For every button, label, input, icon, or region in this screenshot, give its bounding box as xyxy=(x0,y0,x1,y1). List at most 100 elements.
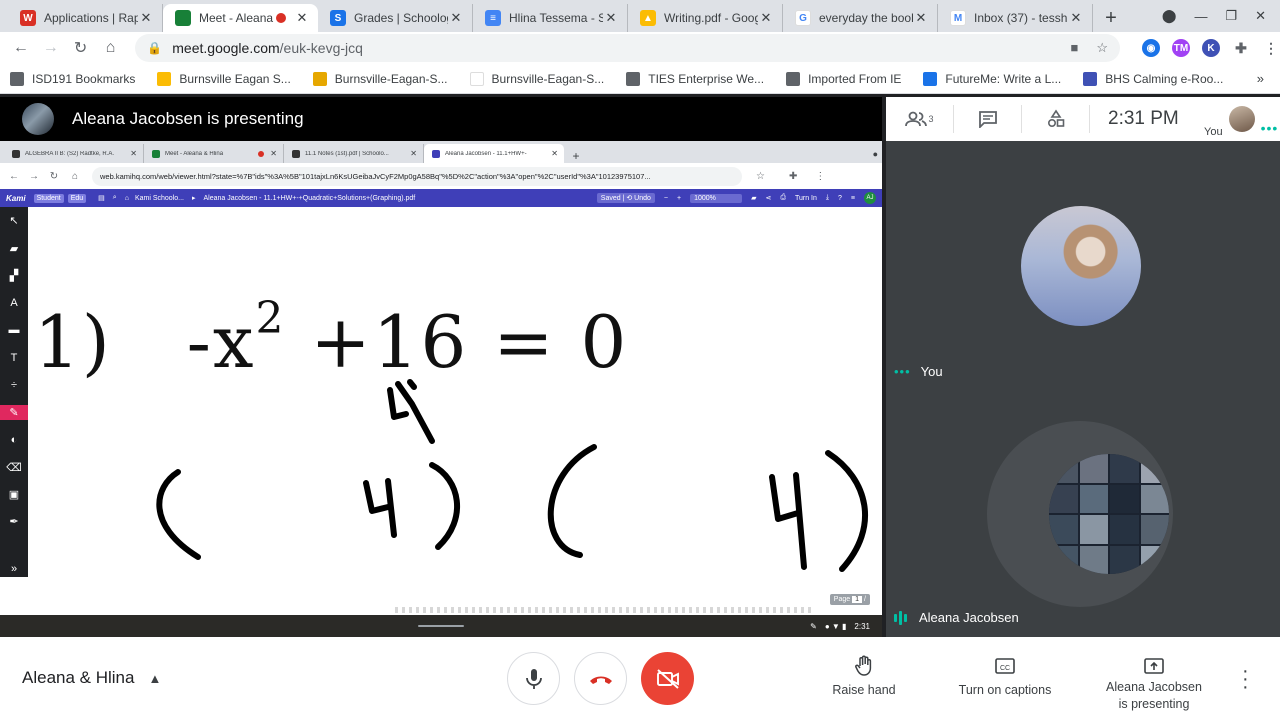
browser-tab-4[interactable]: ▲ Writing.pdf - Goog ✕ xyxy=(628,4,783,32)
bookmarks-overflow-icon[interactable]: » xyxy=(1257,71,1264,86)
meet-control-bar: Aleana & Hlina ▲ Raise hand CC Turn on c… xyxy=(0,637,1280,720)
tab-close-icon[interactable]: ✕ xyxy=(758,10,774,26)
present-screen-icon xyxy=(1144,658,1164,674)
participant-name-you-wrap: ••• You xyxy=(894,364,943,379)
extension-shield-icon[interactable]: ◉ xyxy=(1141,39,1160,57)
kami-toolbar: Kami Student Edu ▤ ⌕ ⌂ Kami Schoolo... ▸… xyxy=(0,189,882,207)
kami-shapes-tool-icon: ◐ xyxy=(10,433,18,446)
kami-toolbar-right: Saved | ⟲ Undo − + 1000% ▰ ⋖ ⎙ Turn In ⤓… xyxy=(596,192,882,204)
shared-tab-0: ALGEBRA II B: (S2) Radtke, R.A. ✕ xyxy=(4,144,144,163)
kami-share-icon: ⋖ xyxy=(765,195,772,202)
avatar-collage-tile xyxy=(1079,454,1108,483)
captions-icon: CC xyxy=(995,658,1015,674)
camera-button[interactable] xyxy=(641,652,694,705)
bookmark-4[interactable]: TIES Enterprise We... xyxy=(626,71,764,86)
extensions-puzzle-icon[interactable]: ✚ xyxy=(1232,39,1250,57)
captions-button[interactable]: CC Turn on captions xyxy=(952,655,1058,697)
recording-indicator-icon xyxy=(276,13,286,23)
bookmark-7[interactable]: BHS Calming e-Roo... xyxy=(1083,71,1223,86)
new-tab-button[interactable]: + xyxy=(1093,4,1129,32)
participant-name-presenter: Aleana Jacobsen xyxy=(919,610,1019,625)
back-button[interactable]: ← xyxy=(6,39,36,57)
tab-close-icon[interactable]: ✕ xyxy=(913,10,929,26)
shared-star-icon: ☆ xyxy=(756,170,765,182)
shared-tab-label: ALGEBRA II B: (S2) Radtke, R.A. xyxy=(25,150,115,157)
camera-indicator-icon[interactable]: ■ xyxy=(1070,40,1078,56)
shared-record-icon: ● xyxy=(872,149,878,159)
self-label: You xyxy=(1204,126,1223,138)
home-button[interactable]: ⌂ xyxy=(95,39,125,57)
bookmark-label: Burnsville-Eagan-S... xyxy=(334,71,448,86)
shared-tab-close-icon: ✕ xyxy=(130,149,137,158)
bookmark-1[interactable]: Burnsville Eagan S... xyxy=(157,71,291,86)
tab-favicon-icon: S xyxy=(330,10,346,26)
microphone-icon xyxy=(525,668,542,689)
avatar-collage-tile xyxy=(1049,484,1078,513)
close-window-button[interactable]: ✕ xyxy=(1255,8,1266,24)
meeting-details-button[interactable]: Aleana & Hlina ▲ xyxy=(22,668,161,688)
extension-kami-icon[interactable]: K xyxy=(1201,39,1220,57)
participant-tile-you[interactable]: ••• You xyxy=(886,141,1280,389)
lock-icon[interactable]: 🔒 xyxy=(147,41,162,55)
activities-button[interactable] xyxy=(1022,105,1090,133)
chat-button[interactable] xyxy=(954,105,1022,133)
bookmark-3[interactable]: Burnsville-Eagan-S... xyxy=(469,71,605,86)
browser-tab-2[interactable]: S Grades | Schoolog ✕ xyxy=(318,4,473,32)
browser-tab-5[interactable]: Geveryday the book ✕ xyxy=(783,4,938,32)
kami-doc-title: Aleana Jacobsen - 11.1+HW+-+Quadratic+So… xyxy=(203,194,416,202)
kami-eraser-tool-icon: ⌫ xyxy=(6,461,22,474)
tab-close-icon[interactable]: ✕ xyxy=(138,10,154,26)
tab-favicon-icon: M xyxy=(950,10,966,26)
browser-tab-0[interactable]: W Applications | Rap ✕ xyxy=(8,4,163,32)
browser-menu-icon[interactable]: ⋮ xyxy=(1262,39,1280,57)
profile-menu-icon[interactable]: ⬤ xyxy=(1162,8,1177,24)
tab-close-icon[interactable]: ✕ xyxy=(294,10,310,26)
audio-dots-icon: ••• xyxy=(894,364,911,379)
bookmarks-bar: ISD191 Bookmarks Burnsville Eagan S... Bur… xyxy=(0,64,1280,94)
extension-tm-icon[interactable]: TM xyxy=(1171,39,1190,57)
tab-close-icon[interactable]: ✕ xyxy=(603,10,619,26)
kami-search-icon: ⌕ xyxy=(112,194,117,201)
microphone-button[interactable] xyxy=(507,652,560,705)
tab-favicon-icon xyxy=(175,10,191,26)
tab-favicon-icon: ≡ xyxy=(485,10,501,26)
tab-close-icon[interactable]: ✕ xyxy=(1068,10,1084,26)
browser-tab-6[interactable]: M Inbox (37) - tessh1 ✕ xyxy=(938,4,1093,32)
browser-tab-1[interactable]: Meet - Aleana ✕ xyxy=(163,4,318,32)
presenting-button[interactable]: Aleana Jacobsen is presenting xyxy=(1098,655,1210,713)
address-bar[interactable]: 🔒 meet.google.com/euk-kevg-jcq ■ ☆ xyxy=(135,34,1120,62)
kami-comment-tool-icon: ▬ xyxy=(8,324,20,337)
bookmark-0[interactable]: ISD191 Bookmarks xyxy=(10,71,135,86)
shared-home-icon: ⌂ xyxy=(71,170,79,182)
participant-tile-presenter[interactable]: Aleana Jacobsen xyxy=(886,389,1280,637)
bookmark-label: Burnsville Eagan S... xyxy=(179,71,291,86)
kami-help-icon: ? xyxy=(838,194,842,202)
self-avatar[interactable] xyxy=(1228,106,1255,132)
avatar-collage-tile xyxy=(1110,484,1139,513)
tab-label: Hlina Tessema - St xyxy=(509,11,603,25)
bookmark-6[interactable]: FutureMe: Write a L... xyxy=(923,71,1061,86)
tab-close-icon[interactable]: ✕ xyxy=(448,10,464,26)
kami-open-icon: ▰ xyxy=(751,195,757,202)
reload-button[interactable]: ↻ xyxy=(66,38,96,58)
bookmark-star-icon[interactable]: ☆ xyxy=(1096,40,1108,56)
raise-hand-button[interactable]: Raise hand xyxy=(826,655,902,697)
kami-edu-badge: Edu xyxy=(67,193,87,203)
leave-call-button[interactable] xyxy=(574,652,627,705)
shared-tab-close-icon: ✕ xyxy=(551,149,558,158)
tab-label: Writing.pdf - Goog xyxy=(664,11,758,25)
chat-icon xyxy=(978,111,997,128)
restore-button[interactable]: ❐ xyxy=(1225,8,1237,24)
forward-button[interactable]: → xyxy=(36,39,66,57)
calendar-icon xyxy=(1083,71,1098,86)
bookmark-label: Burnsville-Eagan-S... xyxy=(491,71,605,86)
extensions-area: ◉ TM K ✚ ⋮ xyxy=(1141,39,1280,57)
page-label: Page xyxy=(833,596,851,603)
bookmark-2[interactable]: Burnsville-Eagan-S... xyxy=(312,71,448,86)
participants-button[interactable]: 3 xyxy=(886,105,954,133)
kami-menu-icon: ≡ xyxy=(850,194,855,202)
bookmark-5[interactable]: Imported From IE xyxy=(786,71,901,86)
minimize-button[interactable]: — xyxy=(1194,9,1207,24)
more-options-button[interactable]: · · · xyxy=(1242,661,1249,697)
browser-tab-3[interactable]: ≡ Hlina Tessema - St ✕ xyxy=(473,4,628,32)
